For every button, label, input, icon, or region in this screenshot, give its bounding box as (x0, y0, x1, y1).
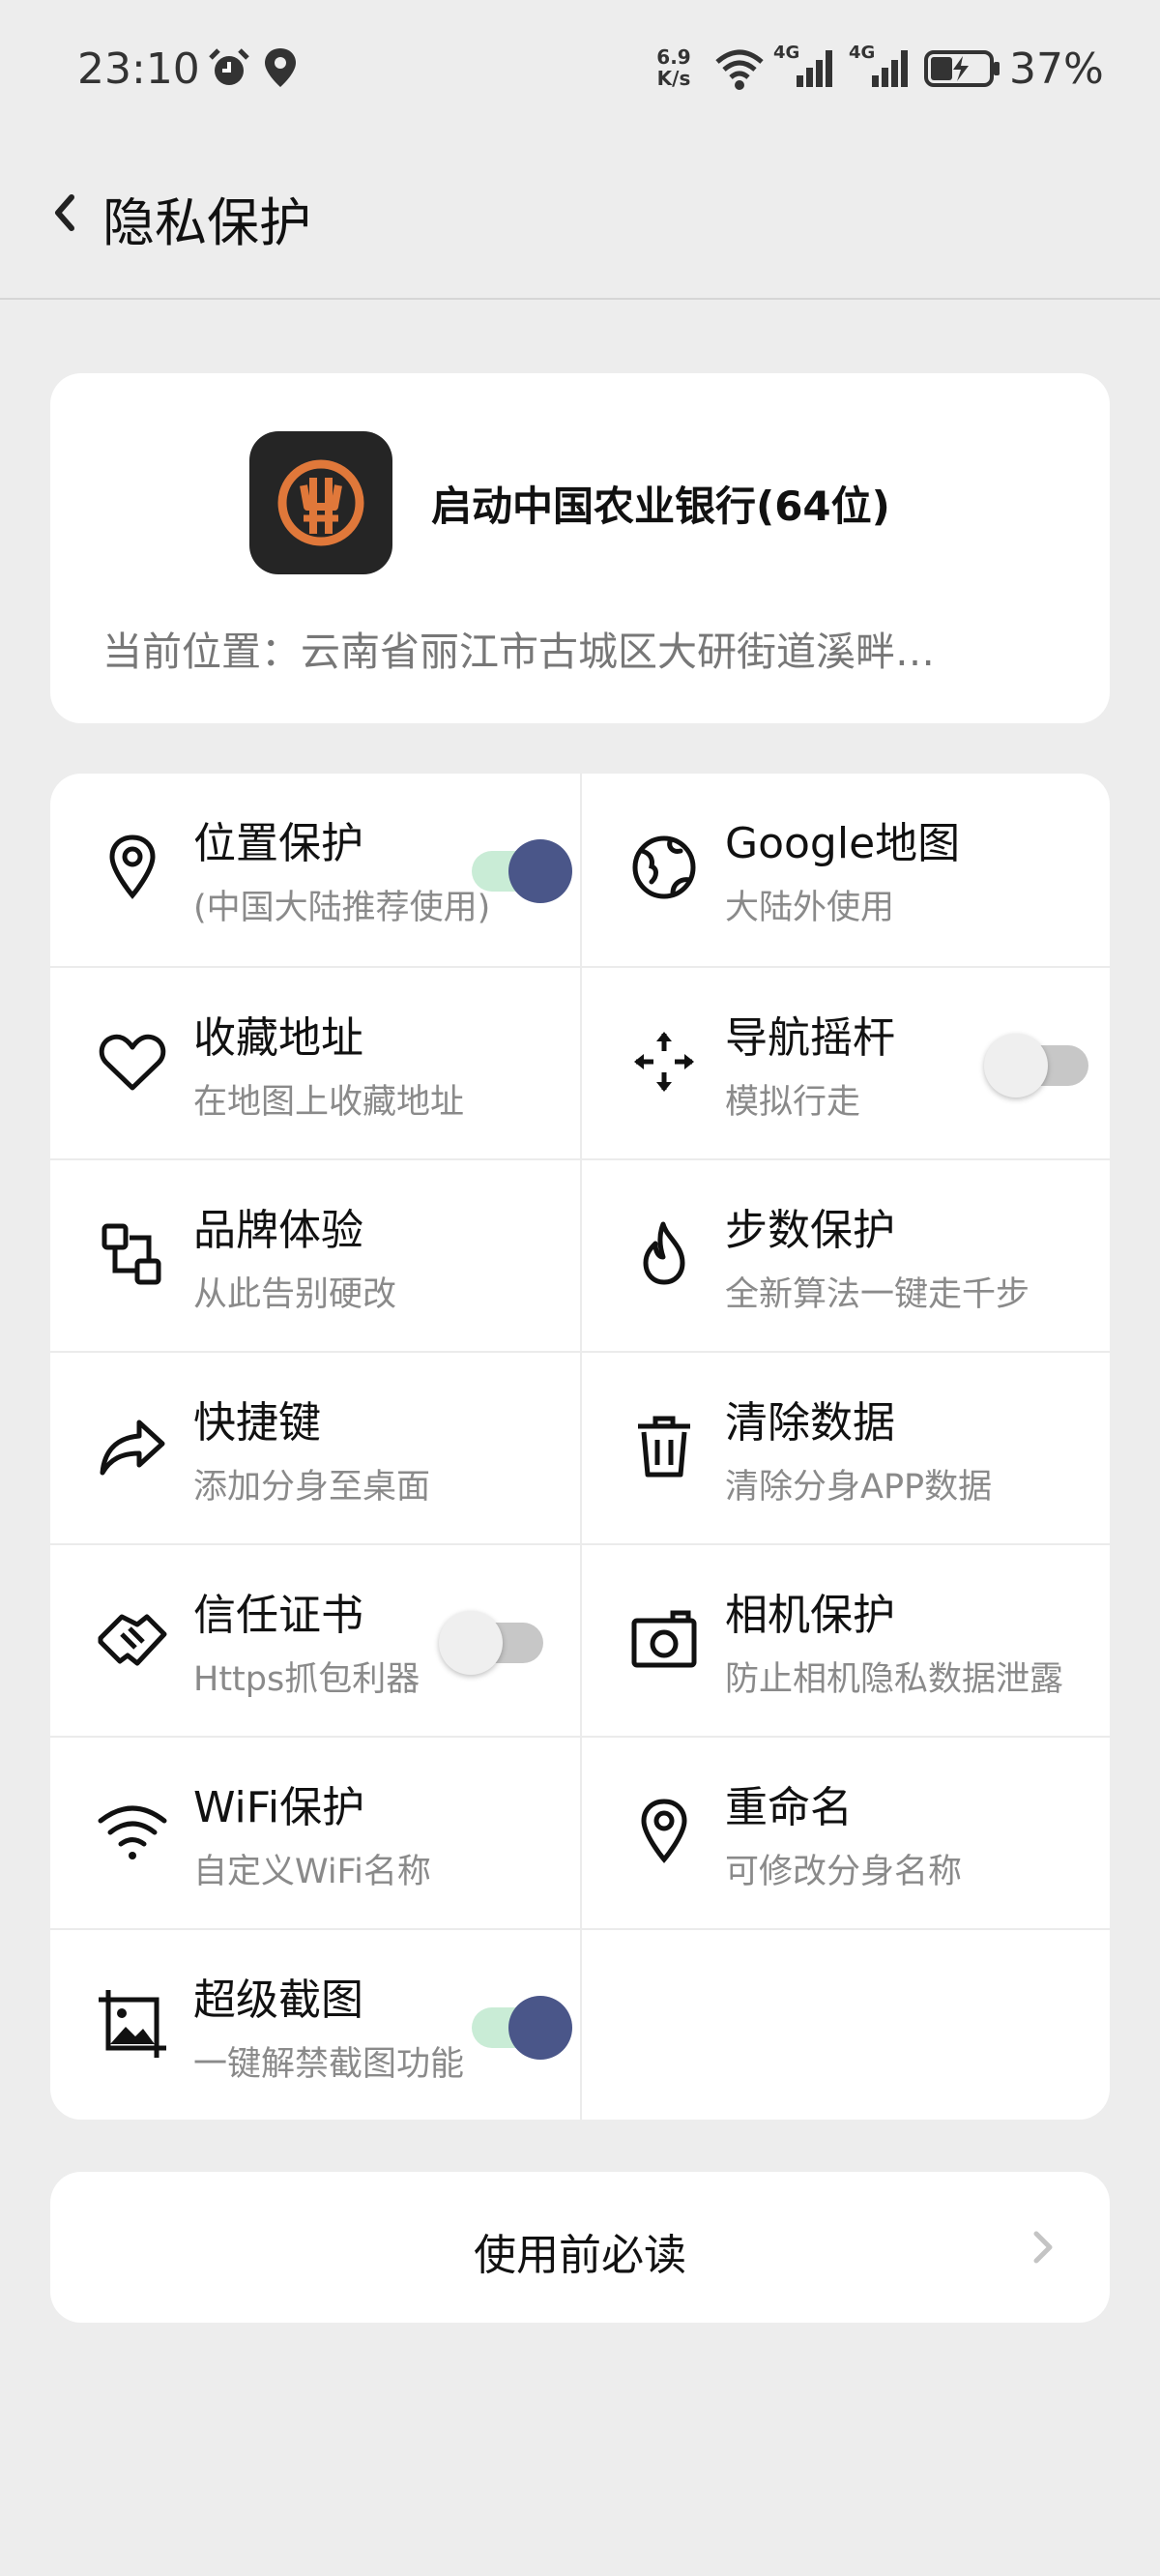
alarm-icon (209, 48, 249, 85)
feature-title: 品牌体验 (193, 1206, 363, 1255)
feature-title: 导航摇杆 (725, 1013, 895, 1063)
wifi-icon (98, 1805, 167, 1859)
feature-navigation-joystick[interactable]: 导航摇杆 模拟行走 (580, 966, 1110, 1158)
battery-charging-icon (924, 50, 1000, 87)
toggle-knob (439, 1611, 503, 1675)
feature-subtitle: 一键解禁截图功能 (193, 2045, 465, 2084)
feature-subtitle: 从此告别硬改 (193, 1275, 397, 1314)
location-pin-icon (641, 1799, 687, 1863)
toggle-knob (508, 1996, 572, 2060)
swap-boxes-icon (102, 1223, 161, 1285)
trust-certificate-toggle[interactable] (439, 1603, 547, 1675)
feature-camera-protection[interactable]: 相机保护 防止相机隐私数据泄露 (580, 1543, 1110, 1736)
feature-subtitle: 添加分身至桌面 (193, 1468, 431, 1507)
battery-percentage: 37% (1009, 44, 1104, 94)
status-time: 23:10 (77, 44, 200, 94)
location-pin-icon (109, 834, 156, 899)
feature-title: WiFi保护 (193, 1783, 365, 1832)
feature-title: 清除数据 (725, 1398, 895, 1448)
read-before-use-button[interactable]: 使用前必读 (50, 2172, 1110, 2323)
feature-super-screenshot[interactable]: 超级截图 一键解禁截图功能 (50, 1928, 580, 2120)
chevron-right-icon (1033, 2231, 1053, 2264)
feature-subtitle: (中国大陆推荐使用) (193, 889, 491, 927)
feature-rename[interactable]: 重命名 可修改分身名称 (580, 1736, 1110, 1928)
trash-icon (638, 1416, 690, 1478)
feature-shortcut[interactable]: 快捷键 添加分身至桌面 (50, 1351, 580, 1543)
feature-wifi-protection[interactable]: WiFi保护 自定义WiFi名称 (50, 1736, 580, 1928)
feature-subtitle: 全新算法一键走千步 (725, 1275, 1030, 1314)
feature-clear-data[interactable]: 清除数据 清除分身APP数据 (580, 1351, 1110, 1543)
feature-title: 超级截图 (193, 1976, 363, 2025)
super-screenshot-toggle[interactable] (464, 1988, 572, 2060)
feature-subtitle: 在地图上收藏地址 (193, 1083, 465, 1122)
heart-icon (99, 1034, 166, 1091)
feature-title: 快捷键 (193, 1398, 321, 1448)
handshake-icon (98, 1614, 167, 1666)
signal-4g-2: 4G (849, 43, 916, 93)
feature-title: 相机保护 (725, 1591, 895, 1640)
read-before-use-label: 使用前必读 (474, 2231, 686, 2280)
app-name: 启动中国农业银行(64位) (431, 483, 890, 530)
screenshot-crop-icon (99, 1990, 166, 2058)
feature-subtitle: 可修改分身名称 (725, 1853, 963, 1891)
flame-icon (643, 1221, 685, 1285)
network-speed: 6.9 K/s (652, 46, 696, 89)
move-arrows-icon (634, 1032, 694, 1092)
toggle-knob (508, 839, 572, 903)
current-location: 当前位置：云南省丽江市古城区大研街道溪畔… (102, 629, 935, 675)
share-arrow-icon (100, 1420, 165, 1476)
feature-trust-certificate[interactable]: 信任证书 Https抓包利器 (50, 1543, 580, 1736)
network-speed-unit: K/s (656, 67, 691, 90)
feature-subtitle: 大陆外使用 (725, 889, 895, 927)
feature-title: 位置保护 (193, 819, 363, 868)
location-protection-toggle[interactable] (464, 832, 572, 903)
page-title: 隐私保护 (102, 192, 311, 253)
navigation-joystick-toggle[interactable] (984, 1026, 1092, 1098)
feature-favorite-address[interactable]: 收藏地址 在地图上收藏地址 (50, 966, 580, 1158)
feature-title: 重命名 (725, 1783, 853, 1832)
feature-subtitle: 清除分身APP数据 (725, 1468, 993, 1507)
back-arrow-icon[interactable] (43, 184, 89, 242)
signal-icon (797, 50, 832, 87)
globe-icon (632, 835, 696, 899)
signal-icon (872, 50, 908, 87)
feature-brand-experience[interactable]: 品牌体验 从此告别硬改 (50, 1158, 580, 1351)
feature-title: 步数保护 (725, 1206, 895, 1255)
feature-subtitle: 自定义WiFi名称 (193, 1853, 431, 1891)
wifi-icon (715, 49, 764, 90)
app-info-card: 启动中国农业银行(64位) 当前位置：云南省丽江市古城区大研街道溪畔… (50, 373, 1110, 723)
status-bar: 23:10 6.9 K/s 4G 4G 37% (0, 0, 1160, 145)
feature-grid: 位置保护 (中国大陆推荐使用) Google地图 大陆外使用 收藏地址 在地图上… (50, 774, 1110, 2120)
app-icon[interactable] (249, 431, 392, 574)
header: 隐私保护 (0, 145, 1160, 300)
feature-subtitle: 防止相机隐私数据泄露 (725, 1660, 1064, 1699)
feature-location-protection[interactable]: 位置保护 (中国大陆推荐使用) (50, 774, 580, 966)
toggle-knob (984, 1034, 1048, 1098)
location-icon (265, 48, 296, 87)
feature-subtitle: Https抓包利器 (193, 1660, 420, 1699)
empty-cell (580, 1928, 1110, 2120)
feature-step-protection[interactable]: 步数保护 全新算法一键走千步 (580, 1158, 1110, 1351)
network-speed-value: 6.9 (656, 45, 691, 69)
feature-title: Google地图 (725, 819, 961, 868)
abc-logo-icon (277, 459, 364, 546)
feature-title: 信任证书 (193, 1591, 363, 1640)
camera-icon (631, 1610, 697, 1668)
feature-google-maps[interactable]: Google地图 大陆外使用 (580, 774, 1110, 966)
signal-4g-1: 4G (773, 43, 841, 93)
feature-title: 收藏地址 (193, 1013, 363, 1063)
feature-subtitle: 模拟行走 (725, 1083, 861, 1122)
